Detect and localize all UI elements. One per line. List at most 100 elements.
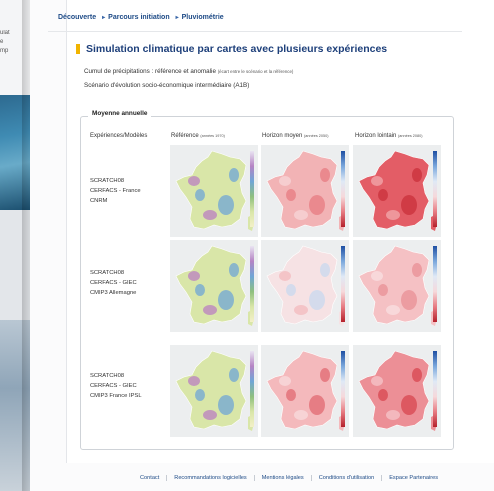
map-region xyxy=(279,271,291,281)
map-region xyxy=(294,210,308,220)
map-region xyxy=(386,410,400,420)
column-header-reference: Référence (années 1970) xyxy=(171,133,225,139)
map-region xyxy=(294,410,308,420)
breadcrumb: Découverte ▸ Parcours initiation ▸ Pluviomét… xyxy=(58,14,227,21)
column-header-horizon-lointain: Horizon lointain (années 2080) xyxy=(355,133,423,139)
page-title: Simulation climatique par cartes avec pl… xyxy=(86,43,388,55)
map-region xyxy=(203,305,217,315)
reference-map xyxy=(170,240,258,332)
column-header-note: (années 2080) xyxy=(398,134,423,138)
map-region xyxy=(286,284,296,296)
subtitle: Cumul de précipitations : référence et a… xyxy=(84,68,293,75)
column-header-label: Expériences/Modèles xyxy=(90,133,148,139)
reference-map xyxy=(170,345,258,437)
color-scale-bar xyxy=(250,151,254,227)
model-name: SCRATCH08 xyxy=(90,270,125,276)
column-header-label: Référence xyxy=(171,133,199,139)
breadcrumb-item-parcours[interactable]: Parcours initiation xyxy=(108,14,169,21)
map-region xyxy=(229,368,239,382)
map-region xyxy=(195,189,205,201)
map-region xyxy=(286,389,296,401)
map-region xyxy=(188,271,200,281)
horizon-lointain-map xyxy=(353,240,441,332)
color-scale-bar xyxy=(250,351,254,427)
map-region xyxy=(371,176,383,186)
map-region xyxy=(195,284,205,296)
horizon-moyen-map xyxy=(261,345,349,437)
map-region xyxy=(195,389,205,401)
model-source: CERFACS - GIEC xyxy=(90,383,137,389)
france-map-shape xyxy=(358,150,437,231)
model-name: SCRATCH08 xyxy=(90,373,125,379)
france-map-shape xyxy=(175,350,254,431)
row-label-experiment-3: SCRATCH08 CERFACS - GIEC CMIP3 France IP… xyxy=(90,371,142,401)
map-region xyxy=(218,290,234,310)
map-region xyxy=(412,263,422,277)
map-region xyxy=(294,305,308,315)
france-map-shape xyxy=(358,245,437,326)
map-region xyxy=(401,195,417,215)
reference-map xyxy=(170,145,258,237)
map-region xyxy=(320,168,330,182)
chevron-right-icon: ▸ xyxy=(102,15,106,21)
map-region xyxy=(218,195,234,215)
map-region xyxy=(309,395,325,415)
horizon-lointain-map xyxy=(353,345,441,437)
map-region xyxy=(412,368,422,382)
color-scale-bar xyxy=(341,151,345,227)
footer-link-contact[interactable]: Contact xyxy=(140,475,166,481)
footer-link-partenaires[interactable]: Espace Partenaires xyxy=(381,475,445,481)
row-label-experiment-2: SCRATCH08 CERFACS - GIEC CMIP3 Allemagne xyxy=(90,268,137,298)
column-header-label: Horizon lointain xyxy=(355,133,397,139)
model-source: CERFACS - GIEC xyxy=(90,280,137,286)
map-region xyxy=(286,189,296,201)
horizon-moyen-map xyxy=(261,145,349,237)
divider xyxy=(48,31,462,32)
map-region xyxy=(218,395,234,415)
map-region xyxy=(320,368,330,382)
footer-link-mentions[interactable]: Mentions légales xyxy=(253,475,311,481)
column-header-label: Horizon moyen xyxy=(262,133,303,139)
scenario-label: Scénario d'évolution socio-économique in… xyxy=(84,82,250,89)
model-institute: CMIP3 Allemagne xyxy=(90,290,137,296)
map-region xyxy=(188,376,200,386)
map-region xyxy=(309,195,325,215)
horizon-lointain-map xyxy=(353,145,441,237)
color-scale-bar xyxy=(433,246,437,322)
map-region xyxy=(279,376,291,386)
france-map-shape xyxy=(175,245,254,326)
column-header-horizon-moyen: Horizon moyen (années 2050) xyxy=(262,133,329,139)
model-institute: CMIP3 France IPSL xyxy=(90,393,142,399)
footer-link-conditions[interactable]: Conditions d'utilisation xyxy=(310,475,381,481)
breadcrumb-item-decouverte[interactable]: Découverte xyxy=(58,14,96,21)
map-region xyxy=(320,263,330,277)
horizon-moyen-map xyxy=(261,240,349,332)
map-region xyxy=(386,305,400,315)
map-region xyxy=(401,290,417,310)
color-scale-bar xyxy=(433,151,437,227)
color-scale-bar xyxy=(341,246,345,322)
map-region xyxy=(378,389,388,401)
column-header-note: (années 2050) xyxy=(304,134,329,138)
footer-links: Contact Recommandations logicielles Mentio… xyxy=(140,475,445,481)
model-institute: CNRM xyxy=(90,198,108,204)
france-map-shape xyxy=(266,350,345,431)
map-region xyxy=(229,263,239,277)
map-region xyxy=(386,210,400,220)
chevron-right-icon: ▸ xyxy=(175,15,179,21)
column-header-note: (années 1970) xyxy=(200,134,225,138)
subtitle-main: Cumul de précipitations : référence et a… xyxy=(84,68,216,75)
france-map-shape xyxy=(266,150,345,231)
subtitle-note: (écart entre le scénario et la référence… xyxy=(217,69,294,74)
map-region xyxy=(279,176,291,186)
color-scale-bar xyxy=(433,351,437,427)
map-region xyxy=(371,271,383,281)
model-source: CERFACS - France xyxy=(90,188,141,194)
breadcrumb-item-pluviometrie[interactable]: Pluviométrie xyxy=(182,14,224,21)
footer-link-recommandations[interactable]: Recommandations logicielles xyxy=(166,475,253,481)
map-region xyxy=(371,376,383,386)
panel-legend: Moyenne annuelle xyxy=(88,110,152,117)
map-region xyxy=(412,168,422,182)
map-region xyxy=(378,284,388,296)
map-region xyxy=(188,176,200,186)
